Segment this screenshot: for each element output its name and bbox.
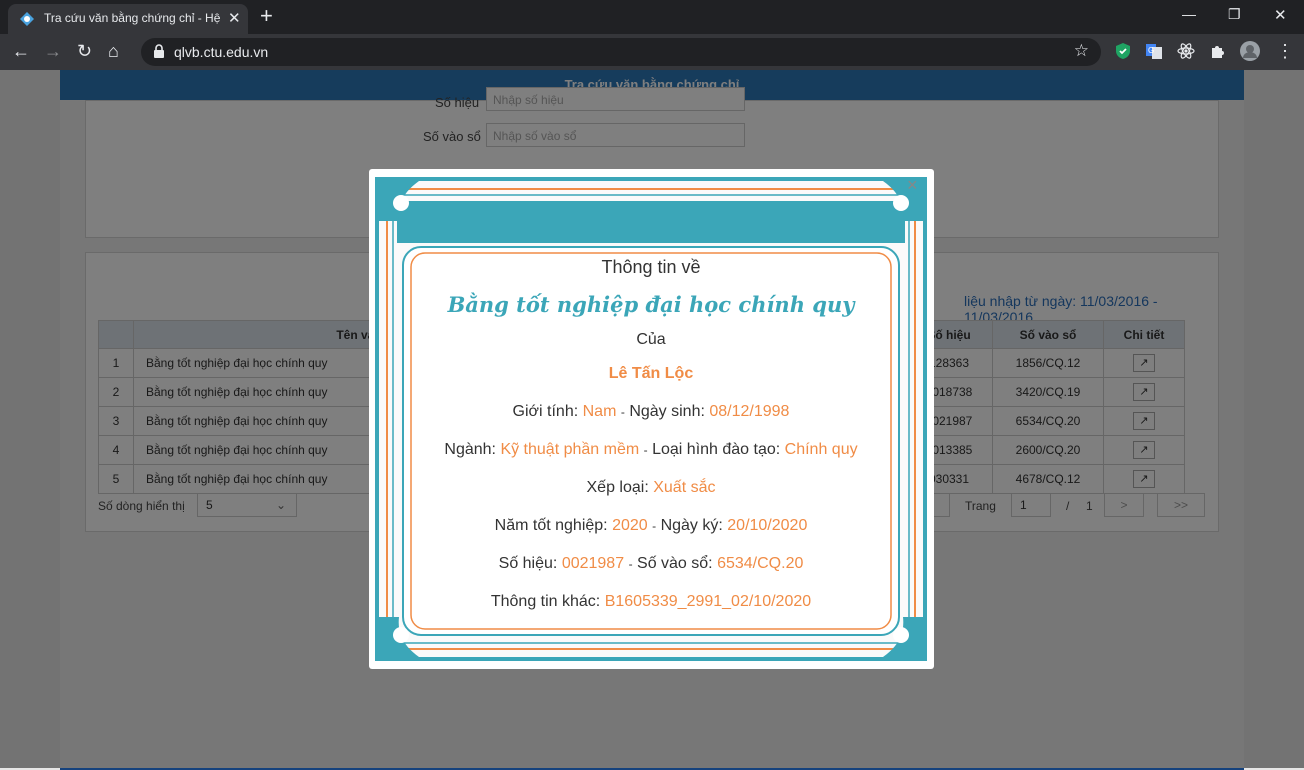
url-text: qlvb.ctu.edu.vn — [174, 44, 269, 60]
dob-label: Ngày sinh: — [629, 403, 705, 420]
cert-of-label: Của — [636, 331, 666, 348]
modal-close-icon[interactable]: × — [907, 175, 918, 196]
separator: - — [620, 405, 625, 419]
reg-value: 6534/CQ.20 — [717, 555, 804, 572]
separator: - — [652, 519, 657, 533]
forward-icon[interactable]: → — [44, 41, 62, 62]
tab-close-icon[interactable]: ✕ — [228, 9, 241, 27]
tab-title: Tra cứu văn bằng chứng chỉ - Hệ — [44, 11, 221, 25]
separator: - — [628, 557, 633, 571]
reg-label: Số vào sổ: — [637, 555, 713, 572]
browser-toolbar: ← → ↻ ⌂ qlvb.ctu.edu.vn ☆ G ⋮ — [0, 34, 1304, 70]
gender-label: Giới tính: — [512, 403, 579, 420]
lock-icon — [154, 44, 164, 58]
minimize-icon[interactable]: — — [1182, 6, 1196, 22]
reload-icon[interactable]: ↻ — [77, 41, 92, 62]
cert-holder-name: Lê Tấn Lộc — [608, 365, 694, 382]
cert-title: Bằng tốt nghiệp đại học chính quy — [447, 292, 855, 317]
serial-label: Số hiệu: — [498, 555, 558, 572]
cert-line-rank: Xếp loại: Xuất sắc — [375, 479, 927, 497]
cert-line-serial: Số hiệu: 0021987 - Số vào sổ: 6534/CQ.20 — [375, 555, 927, 573]
site-favicon-icon — [20, 12, 34, 26]
new-tab-button[interactable]: + — [260, 5, 273, 27]
cert-heading: Thông tin về — [601, 257, 701, 277]
address-bar[interactable]: qlvb.ctu.edu.vn ☆ — [141, 38, 1101, 66]
shield-extension-icon[interactable] — [1113, 41, 1133, 61]
training-value: Chính quy — [784, 441, 858, 458]
profile-avatar-icon[interactable] — [1240, 41, 1260, 61]
browser-tab[interactable]: Tra cứu văn bằng chứng chỉ - Hệ ✕ — [8, 4, 248, 34]
major-value: Kỹ thuật phần mềm — [500, 441, 640, 458]
sign-date-label: Ngày ký: — [660, 517, 723, 534]
svg-text:G: G — [1148, 46, 1154, 55]
bookmark-star-icon[interactable]: ☆ — [1074, 41, 1089, 61]
cert-line-major: Ngành: Kỹ thuật phần mềm - Loại hình đào… — [375, 441, 927, 459]
home-icon[interactable]: ⌂ — [108, 41, 119, 62]
certificate-modal: × Thông tin về Bằng tốt nghiệp đại học c… — [369, 169, 934, 669]
grad-year-value: 2020 — [612, 517, 648, 534]
major-label: Ngành: — [444, 441, 496, 458]
cert-line-other: Thông tin khác: B1605339_2991_02/10/2020 — [375, 593, 927, 611]
serial-value: 0021987 — [561, 555, 625, 572]
extensions-puzzle-icon[interactable] — [1208, 41, 1228, 61]
dob-value: 08/12/1998 — [709, 403, 790, 420]
cert-line-gender-dob: Giới tính: Nam - Ngày sinh: 08/12/1998 — [375, 403, 927, 421]
translate-extension-icon[interactable]: G — [1144, 41, 1164, 61]
gender-value: Nam — [582, 403, 617, 420]
window-close-icon[interactable]: ✕ — [1274, 6, 1287, 24]
browser-tabstrip: Tra cứu văn bằng chứng chỉ - Hệ ✕ + — ❐ … — [0, 0, 1304, 34]
react-devtools-icon[interactable] — [1176, 41, 1196, 61]
sign-date-value: 20/10/2020 — [727, 517, 808, 534]
other-value: B1605339_2991_02/10/2020 — [604, 593, 812, 610]
other-label: Thông tin khác: — [490, 593, 601, 610]
separator: - — [643, 443, 648, 457]
grad-year-label: Năm tốt nghiệp: — [494, 517, 608, 534]
rank-label: Xếp loại: — [586, 479, 649, 496]
training-label: Loại hình đào tạo: — [652, 441, 781, 458]
browser-menu-icon[interactable]: ⋮ — [1276, 41, 1294, 62]
restore-icon[interactable]: ❐ — [1228, 6, 1241, 23]
rank-value: Xuất sắc — [653, 479, 716, 496]
back-icon[interactable]: ← — [12, 41, 30, 62]
cert-line-dates: Năm tốt nghiệp: 2020 - Ngày ký: 20/10/20… — [375, 517, 927, 535]
